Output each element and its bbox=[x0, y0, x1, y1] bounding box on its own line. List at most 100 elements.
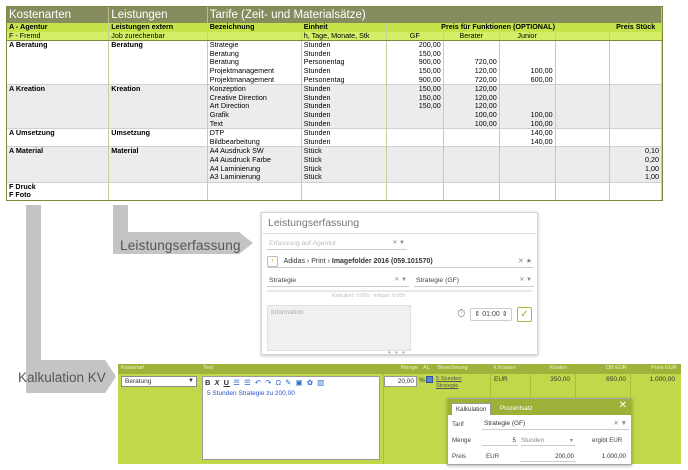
cell-stueck: 0,10 bbox=[609, 146, 662, 156]
leistung-clear-dropdown-icon[interactable]: ✕ ▼ bbox=[394, 275, 407, 286]
time-spin-icon[interactable]: ⇕ bbox=[500, 311, 508, 318]
table-row: Creative Direction Stunden 150,00 120,00 bbox=[7, 93, 662, 103]
cell-berater bbox=[443, 173, 500, 183]
cell-berater: 120,00 bbox=[443, 93, 500, 103]
subheader-berater: Berater bbox=[443, 31, 500, 42]
popup-menge-input[interactable]: 5 bbox=[482, 436, 518, 446]
cell-stueck bbox=[609, 110, 662, 120]
bold-button[interactable]: B bbox=[205, 378, 211, 387]
preis-currency: EUR bbox=[486, 453, 500, 460]
cell-einheit: Stunden bbox=[301, 93, 387, 103]
subheader-einheit-units: h, Tage, Monate, Stk bbox=[301, 31, 387, 42]
cell-leistung bbox=[108, 164, 208, 174]
popup-einheit-select[interactable]: Stunden ▾ bbox=[521, 436, 575, 446]
berechnung-link[interactable]: 5 Stunden bbox=[436, 376, 462, 382]
table-row: Beratung Stunden 150,00 bbox=[7, 49, 662, 59]
table-row: Projektmanagement Personentag 900,00 720,00… bbox=[7, 75, 662, 85]
leistung-select[interactable]: Strategie ✕ ▼ bbox=[267, 275, 409, 287]
clear-star-icon[interactable]: ✕ ★ bbox=[518, 255, 532, 268]
cell-gf: 150,00 bbox=[386, 84, 444, 94]
cell-kostenart bbox=[7, 75, 110, 85]
tariff-rows: A Beratung Beratung Strategie Stunden 200,00… bbox=[7, 40, 662, 200]
cell-bezeichnung: Creative Direction bbox=[207, 93, 302, 103]
check-icon[interactable]: ✓ bbox=[517, 307, 532, 322]
table-row: A Kreation Kreation Konzeption Stunden 150,0… bbox=[7, 84, 662, 94]
resize-handle[interactable]: • • • bbox=[388, 348, 406, 357]
cell-leistung bbox=[108, 181, 208, 192]
cell-kostenart bbox=[7, 119, 110, 129]
table-row: Text Stunden 100,00 100,00 bbox=[7, 119, 662, 129]
cell-spacer bbox=[555, 191, 611, 200]
cell-einheit: Stunden bbox=[301, 128, 387, 138]
erfassung-select-text: Erfassung auf Agentur bbox=[269, 240, 337, 247]
popup-tarif-select[interactable]: Strategie (GF) ✕ ▼ bbox=[482, 419, 629, 430]
subheader-gf: GF bbox=[386, 31, 444, 42]
cell-spacer bbox=[555, 66, 611, 76]
clear-dropdown-icon[interactable]: ✕ ▼ bbox=[613, 419, 627, 429]
cell-einheit: Stück bbox=[301, 146, 387, 156]
tarif-select[interactable]: Strategie (GF) ✕ ▼ bbox=[414, 275, 534, 287]
table-row: A Beratung Beratung Strategie Stunden 200,00 bbox=[7, 40, 662, 50]
popup-preis-input[interactable]: 200,00 bbox=[520, 452, 576, 462]
col-preis: Preis EUR bbox=[651, 365, 677, 371]
berechnung-link-strategie[interactable]: Strategie bbox=[436, 383, 458, 389]
cell-bezeichnung: Strategie bbox=[207, 40, 302, 50]
job-breadcrumb[interactable]: › Adidas › Print › Imagefolder 2016 (059… bbox=[267, 255, 533, 268]
erfassung-select[interactable]: Erfassung auf Agentur ✕ ▼ bbox=[267, 238, 407, 250]
menge-input[interactable]: 20,00 bbox=[384, 376, 417, 387]
cell-gf bbox=[386, 191, 444, 200]
cell-gf: 200,00 bbox=[386, 40, 444, 50]
erfassung-clear-dropdown-icon[interactable]: ✕ ▼ bbox=[392, 238, 405, 249]
cell-stueck bbox=[609, 49, 662, 59]
cell-gf: 150,00 bbox=[386, 66, 444, 76]
tab-kalkulation[interactable]: Kalkulation bbox=[451, 403, 492, 415]
cell-spacer bbox=[555, 75, 611, 85]
chevron-down-icon[interactable]: ▼ bbox=[188, 377, 194, 386]
go-to-job-icon[interactable]: › bbox=[267, 255, 278, 267]
cell-berater bbox=[443, 155, 500, 165]
cell-spacer bbox=[555, 164, 611, 174]
cell-einheit: Stunden bbox=[301, 84, 387, 94]
cell-bezeichnung: Projektmanagement bbox=[207, 75, 302, 85]
popup-tarif-value: Strategie (GF) bbox=[484, 420, 526, 427]
cell-einheit: Stunden bbox=[301, 40, 387, 50]
underline-button[interactable]: U bbox=[224, 378, 230, 387]
subheader-empty bbox=[207, 31, 302, 42]
close-icon[interactable]: ✕ bbox=[619, 400, 627, 411]
cell-bezeichnung: A4 Laminierung bbox=[207, 164, 302, 174]
information-textarea[interactable]: Information bbox=[267, 305, 411, 351]
cell-spacer bbox=[555, 128, 611, 138]
al-checkbox[interactable] bbox=[426, 376, 433, 383]
cell-kostenart: A Kreation bbox=[7, 84, 110, 94]
breadcrumb-separator-icon: › bbox=[327, 258, 330, 265]
tab-prozentsatz[interactable]: Prozentsatz bbox=[496, 403, 537, 415]
italic-button[interactable]: X bbox=[215, 378, 221, 387]
subheader-preis-funktionen: Preis für Funktionen (OPTIONAL) bbox=[386, 23, 611, 32]
cell-leistung bbox=[108, 155, 208, 165]
progress-divider bbox=[267, 290, 532, 292]
cell-einheit: Stunden bbox=[301, 119, 387, 129]
cell-leistung bbox=[108, 58, 208, 67]
cell-kostenart bbox=[7, 155, 110, 165]
editor-toolbar: B X U ☰ ☰ ↶ ↷ Ω ✎ ▣ ✿ ▧ bbox=[205, 378, 325, 387]
stopwatch-icon[interactable]: ⏱ bbox=[457, 308, 466, 321]
cell-stueck bbox=[609, 58, 662, 67]
cell-stueck bbox=[609, 119, 662, 129]
cell-kostenart bbox=[7, 49, 110, 59]
cell-bezeichnung: A4 Ausdruck Farbe bbox=[207, 155, 302, 165]
tarif-clear-dropdown-icon[interactable]: ✕ ▼ bbox=[519, 275, 532, 286]
cell-leistung bbox=[108, 102, 208, 111]
chevron-down-icon[interactable]: ▾ bbox=[570, 436, 573, 445]
editor-tools-icons[interactable]: ☰ ☰ ↶ ↷ Ω ✎ ▣ ✿ ▧ bbox=[233, 378, 325, 387]
kostenart-select[interactable]: Beratung ▼ bbox=[121, 376, 197, 387]
menge-label: Menge bbox=[452, 437, 471, 444]
table-row: A4 Ausdruck Farbe Stück 0,20 bbox=[7, 155, 662, 165]
time-stepper[interactable]: ⇕ 01:00 ⇕ bbox=[470, 308, 512, 321]
connector-vertical-le bbox=[113, 205, 128, 232]
subheader-einheit: Einheit bbox=[301, 23, 387, 32]
text-editor[interactable]: B X U ☰ ☰ ↶ ↷ Ω ✎ ▣ ✿ ▧ 5 Stunden Strate… bbox=[202, 376, 380, 460]
cell-einheit: Stunden bbox=[301, 102, 387, 111]
cell-kostenart bbox=[7, 173, 110, 183]
cell-kostenart bbox=[7, 102, 110, 111]
cell-leistung bbox=[108, 93, 208, 103]
